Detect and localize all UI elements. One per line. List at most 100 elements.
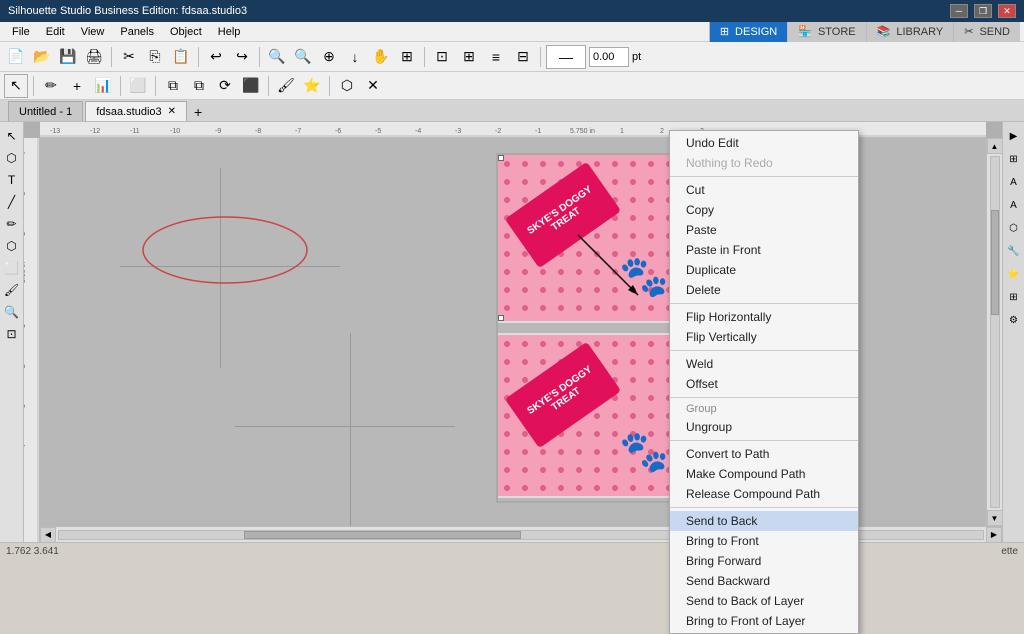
nav-tab-store[interactable]: 🏪 STORE xyxy=(787,22,865,42)
ctx-send-to-back[interactable]: Send to Back xyxy=(670,511,858,531)
pointer-tool[interactable]: ↖ xyxy=(4,74,28,98)
menu-file[interactable]: File xyxy=(4,24,38,40)
eraser-tool[interactable]: ⬜ xyxy=(126,74,150,98)
save-button[interactable]: 💾 xyxy=(56,45,80,69)
design-panel-bottom[interactable]: 🐾 SKYE'S DOGGYTREAT xyxy=(496,333,681,498)
close-button[interactable]: ✕ xyxy=(998,4,1016,18)
paste-button[interactable]: 📋 xyxy=(169,45,193,69)
design-panel-top[interactable]: 🐾 SKYE'S DOGGYTREAT xyxy=(496,153,681,323)
ctx-flip-v[interactable]: Flip Vertically xyxy=(670,327,858,347)
ctx-ungroup[interactable]: Ungroup xyxy=(670,417,858,437)
sidebar-btn-6[interactable]: 🔧 xyxy=(1004,241,1024,261)
scroll-down-btn[interactable]: ▼ xyxy=(987,510,1003,526)
ellipse-shape[interactable] xyxy=(140,213,310,288)
text-tool[interactable]: T xyxy=(2,170,22,190)
ctx-weld[interactable]: Weld xyxy=(670,354,858,374)
ctx-send-to-back-layer[interactable]: Send to Back of Layer xyxy=(670,591,858,611)
sidebar-btn-9[interactable]: ⚙ xyxy=(1004,310,1024,330)
restore-button[interactable]: ❐ xyxy=(974,4,992,18)
ctx-delete[interactable]: Delete xyxy=(670,280,858,300)
shape-tool[interactable]: ⬡ xyxy=(2,236,22,256)
nav-tab-library[interactable]: 📚 LIBRARY xyxy=(866,22,954,42)
scrollbar-right[interactable]: ▲ ▼ xyxy=(986,138,1002,526)
line-width-input[interactable] xyxy=(589,47,629,67)
print-button[interactable]: 🖨 xyxy=(82,45,106,69)
flip-tool[interactable]: ⬛ xyxy=(239,74,263,98)
zoom-in-button[interactable]: 🔍 xyxy=(291,45,315,69)
zoom-out-button[interactable]: 🔍 xyxy=(265,45,289,69)
sidebar-btn-7[interactable]: ⭐ xyxy=(1004,264,1024,284)
menu-help[interactable]: Help xyxy=(210,24,249,40)
zoom-tool-left[interactable]: 🔍 xyxy=(2,302,22,322)
connect-tool[interactable]: ⬡ xyxy=(335,74,359,98)
duplicate-horiz-tool[interactable]: ⧉ xyxy=(161,74,185,98)
align-button[interactable]: ≡ xyxy=(484,45,508,69)
tab-fdsaa-close[interactable]: ✕ xyxy=(168,106,176,117)
ctx-send-backward[interactable]: Send Backward xyxy=(670,571,858,591)
replicate-button[interactable]: ⊟ xyxy=(511,45,535,69)
tab-fdsaa[interactable]: fdsaa.studio3 ✕ xyxy=(85,101,187,121)
grid-button[interactable]: ⊞ xyxy=(457,45,481,69)
ctx-bring-forward[interactable]: Bring Forward xyxy=(670,551,858,571)
ctx-convert-to-path[interactable]: Convert to Path xyxy=(670,444,858,464)
ctx-bring-to-front-layer[interactable]: Bring to Front of Layer xyxy=(670,611,858,631)
ctx-release-compound-path[interactable]: Release Compound Path xyxy=(670,484,858,504)
tab-add-button[interactable]: + xyxy=(189,103,207,121)
chart-tool[interactable]: 📊 xyxy=(91,74,115,98)
ctx-duplicate[interactable]: Duplicate xyxy=(670,260,858,280)
delete-tool[interactable]: ✕ xyxy=(361,74,385,98)
sidebar-btn-8[interactable]: ⊞ xyxy=(1004,287,1024,307)
star-tool[interactable]: ⭐ xyxy=(300,74,324,98)
zoom-fit-button[interactable]: ⊕ xyxy=(317,45,341,69)
ctx-flip-h[interactable]: Flip Horizontally xyxy=(670,307,858,327)
rotate-tool[interactable]: ⟳ xyxy=(213,74,237,98)
menu-object[interactable]: Object xyxy=(162,24,210,40)
menu-edit[interactable]: Edit xyxy=(38,24,73,40)
undo-button[interactable]: ↩ xyxy=(204,45,228,69)
menu-view[interactable]: View xyxy=(73,24,113,40)
fullscreen-button[interactable]: ⊞ xyxy=(395,45,419,69)
cut-button[interactable]: ✂ xyxy=(117,45,141,69)
duplicate-vert-tool[interactable]: ⧉ xyxy=(187,74,211,98)
ctx-undo-edit[interactable]: Undo Edit xyxy=(670,133,858,153)
scroll-thumb-v[interactable] xyxy=(991,210,999,315)
scroll-right-btn[interactable]: ▶ xyxy=(986,527,1002,543)
ctx-cut[interactable]: Cut xyxy=(670,180,858,200)
add-node-tool[interactable]: + xyxy=(65,74,89,98)
eraser-tool-left[interactable]: ⬜ xyxy=(2,258,22,278)
ctx-paste-in-front[interactable]: Paste in Front xyxy=(670,240,858,260)
sidebar-btn-2[interactable]: ⊞ xyxy=(1004,149,1024,169)
scroll-down-button[interactable]: ↓ xyxy=(343,45,367,69)
snap-button[interactable]: ⊡ xyxy=(430,45,454,69)
pencil-tool[interactable]: ✏ xyxy=(2,214,22,234)
scroll-track-v[interactable] xyxy=(990,156,1000,508)
new-button[interactable]: 📄 xyxy=(4,45,28,69)
pan-button[interactable]: ✋ xyxy=(369,45,393,69)
ctx-bring-to-front[interactable]: Bring to Front xyxy=(670,531,858,551)
tab-untitled[interactable]: Untitled - 1 xyxy=(8,101,83,121)
sidebar-btn-4[interactable]: A xyxy=(1004,195,1024,215)
sidebar-btn-5[interactable]: ⬡ xyxy=(1004,218,1024,238)
ctx-copy[interactable]: Copy xyxy=(670,200,858,220)
scroll-left-btn[interactable]: ◀ xyxy=(40,527,56,543)
line-tool[interactable]: ╱ xyxy=(2,192,22,212)
selection-handle-tl[interactable] xyxy=(498,155,504,161)
minimize-button[interactable]: ─ xyxy=(950,4,968,18)
open-button[interactable]: 📂 xyxy=(30,45,54,69)
fill-tool[interactable]: 🖌 xyxy=(2,280,22,300)
nav-tab-send[interactable]: ✂ SEND xyxy=(953,22,1020,42)
draw-tool[interactable]: ✏ xyxy=(39,74,63,98)
nav-tab-design[interactable]: ⊞ DESIGN xyxy=(709,22,787,42)
line-type-select[interactable]: — xyxy=(546,45,586,69)
selection-handle-bl[interactable] xyxy=(498,315,504,321)
scroll-thumb-h[interactable] xyxy=(244,531,521,539)
node-tool[interactable]: ⬡ xyxy=(2,148,22,168)
redo-button[interactable]: ↪ xyxy=(230,45,254,69)
ctx-paste[interactable]: Paste xyxy=(670,220,858,240)
copy-button[interactable]: ⎘ xyxy=(143,45,167,69)
ctx-offset[interactable]: Offset xyxy=(670,374,858,394)
paint-tool[interactable]: 🖌 xyxy=(274,74,298,98)
menu-panels[interactable]: Panels xyxy=(112,24,162,40)
sidebar-btn-1[interactable]: ▶ xyxy=(1004,126,1024,146)
ctx-make-compound-path[interactable]: Make Compound Path xyxy=(670,464,858,484)
